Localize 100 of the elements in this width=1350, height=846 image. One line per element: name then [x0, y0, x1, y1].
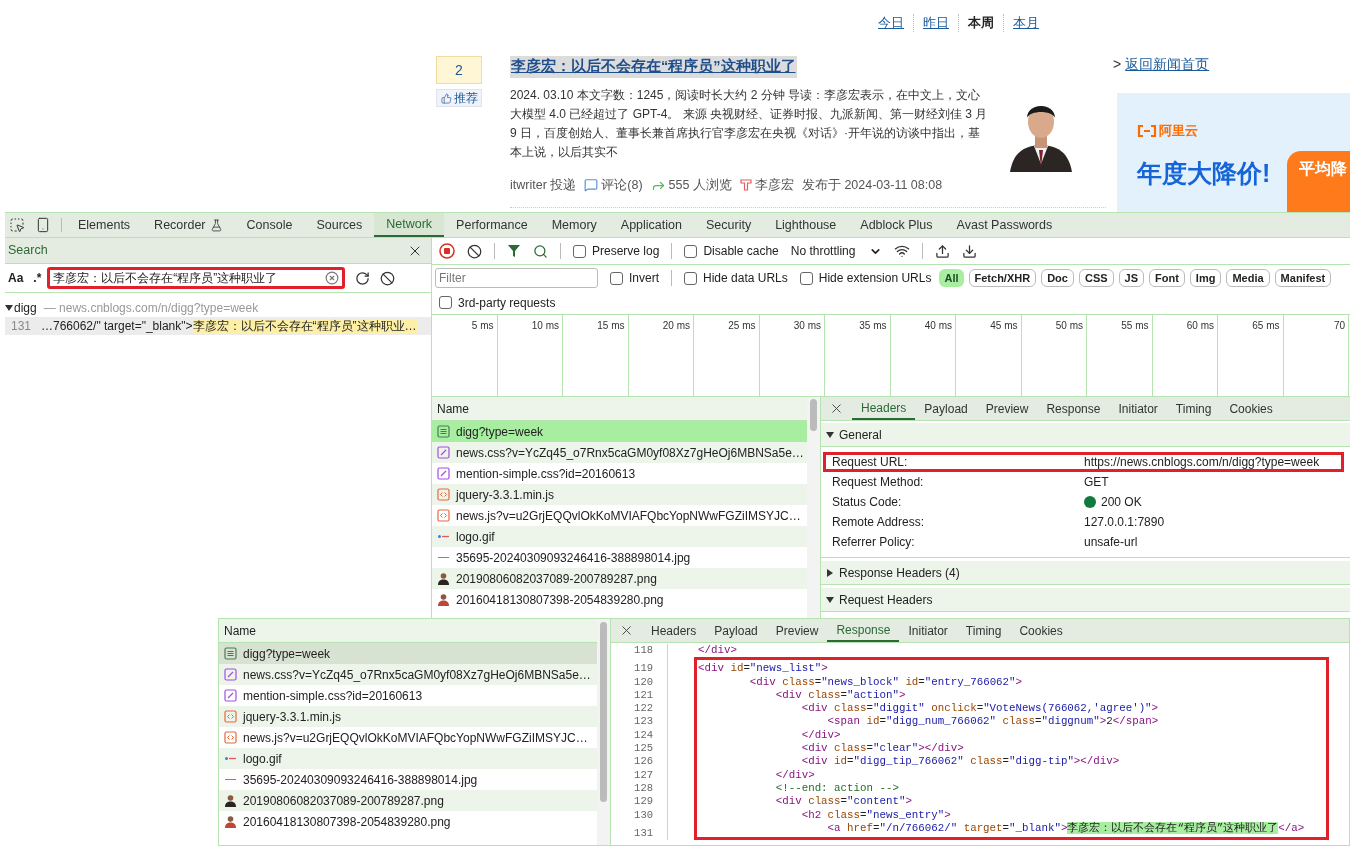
- scrollbar-thumb[interactable]: [600, 622, 607, 802]
- clear-input-icon[interactable]: [325, 271, 340, 285]
- devtools-tab[interactable]: Security: [694, 213, 764, 237]
- ad-banner[interactable]: 阿里云 年度大降价! 平均降: [1117, 93, 1350, 212]
- line-number: 119: [611, 657, 668, 676]
- panel-tab[interactable]: Payload: [705, 619, 767, 642]
- type-filter-chip[interactable]: Img: [1189, 269, 1222, 287]
- clear-icon[interactable]: [380, 270, 396, 286]
- expand-icon[interactable]: [826, 595, 834, 604]
- panel-tab[interactable]: Headers: [642, 619, 706, 642]
- column-header[interactable]: Name: [432, 397, 807, 421]
- download-icon[interactable]: [962, 243, 978, 259]
- period-tab[interactable]: 本月: [1003, 14, 1048, 32]
- panel-tab[interactable]: Cookies: [1010, 619, 1072, 642]
- type-filter-chip[interactable]: Doc: [1041, 269, 1074, 287]
- type-filter-chip[interactable]: Manifest: [1274, 269, 1332, 287]
- invert-checkbox[interactable]: Invert: [610, 269, 659, 287]
- expand-icon[interactable]: [826, 430, 834, 439]
- search-icon[interactable]: [533, 243, 548, 259]
- panel-tab[interactable]: Response: [827, 619, 900, 642]
- third-party-checkbox[interactable]: 3rd-party requests: [439, 293, 556, 312]
- close-icon[interactable]: [829, 401, 844, 416]
- expand-icon[interactable]: [5, 304, 13, 312]
- header-row-text: Referrer Policy: unsafe-url: [831, 534, 1139, 551]
- disable-cache-checkbox[interactable]: Disable cache: [684, 242, 779, 260]
- period-tab[interactable]: 今日: [869, 14, 913, 32]
- panel-tab[interactable]: Initiator: [899, 619, 957, 642]
- request-row[interactable]: logo.gif: [432, 526, 807, 547]
- devtools-tab[interactable]: Adblock Plus: [848, 213, 945, 237]
- search-field[interactable]: 李彦宏：以后不会存在“程序员”这种职业了: [47, 267, 346, 289]
- panel-tab[interactable]: Response: [1037, 397, 1110, 420]
- type-filter-chip[interactable]: All: [939, 269, 964, 287]
- network-settings-icon[interactable]: [894, 243, 911, 259]
- refresh-icon[interactable]: [355, 270, 371, 286]
- devtools-tab[interactable]: Network: [374, 213, 445, 237]
- panel-tab[interactable]: Initiator: [1109, 397, 1167, 420]
- hide-extension-urls-checkbox[interactable]: Hide extension URLs: [799, 269, 932, 287]
- devtools-tab[interactable]: Performance: [444, 213, 540, 237]
- type-filter-chip[interactable]: JS: [1118, 269, 1145, 287]
- period-tab[interactable]: 本周: [958, 14, 1003, 32]
- devtools-tab[interactable]: Application: [608, 213, 694, 237]
- period-tab[interactable]: 昨日: [913, 14, 958, 32]
- inspect-icon[interactable]: [9, 217, 25, 233]
- section-header[interactable]: Response Headers (4): [821, 561, 1350, 585]
- comments-link[interactable]: 评论(8): [601, 175, 643, 195]
- expand-icon[interactable]: [826, 568, 834, 577]
- record-stop-icon[interactable]: [439, 243, 455, 259]
- recommend-button[interactable]: 推荐: [436, 89, 482, 107]
- line-number: 121: [611, 688, 668, 703]
- column-header[interactable]: Name: [219, 619, 597, 643]
- throttling-dropdown[interactable]: No throttling: [790, 242, 883, 260]
- code-line: <a href="/n/766062/" target="_blank">李彦宏：以后不会存在“程序员”这种职业了</a>: [694, 821, 1329, 841]
- back-to-news-link[interactable]: 返回新闻首页: [1125, 54, 1210, 75]
- request-row[interactable]: jquery-3.3.1.min.js: [219, 706, 597, 727]
- devtools-tab[interactable]: Console: [234, 213, 305, 237]
- panel-tab[interactable]: Cookies: [1220, 397, 1282, 420]
- avatar-icon: [224, 794, 237, 807]
- filter-field[interactable]: Filter: [435, 268, 598, 288]
- type-filter-chip[interactable]: CSS: [1078, 269, 1114, 287]
- request-row[interactable]: digg?type=week: [219, 643, 597, 664]
- panel-tab[interactable]: Preview: [976, 397, 1038, 420]
- request-row[interactable]: digg?type=week: [432, 421, 807, 442]
- section-header[interactable]: Request Headers: [821, 588, 1350, 612]
- script-icon: [437, 509, 450, 522]
- devtools-tab[interactable]: Lighthouse: [763, 213, 849, 237]
- close-icon[interactable]: [619, 623, 634, 638]
- type-filter-chip[interactable]: Fetch/XHR: [968, 269, 1037, 287]
- request-row[interactable]: news.css?v=YcZq45_o7Rnx5caGM0yf08Xz7gHeOj6MBNSa5e…: [432, 442, 807, 463]
- devtools-tab[interactable]: Recorder: [142, 213, 235, 237]
- devtools-tab[interactable]: Memory: [539, 213, 609, 237]
- device-toggle-icon[interactable]: [35, 217, 51, 233]
- request-row[interactable]: 20190806082037089-200789287.png: [432, 568, 807, 589]
- filter-icon[interactable]: [507, 244, 521, 258]
- devtools-tab[interactable]: Avast Passwords: [944, 213, 1065, 237]
- scrollbar-thumb[interactable]: [810, 399, 817, 431]
- panel-tab[interactable]: Headers: [852, 397, 916, 420]
- panel-tab[interactable]: Timing: [956, 619, 1011, 642]
- devtools-tab[interactable]: Sources: [304, 213, 375, 237]
- request-row[interactable]: logo.gif: [219, 748, 597, 769]
- type-filter-chip[interactable]: Media: [1226, 269, 1270, 287]
- panel-tab[interactable]: Timing: [1166, 397, 1221, 420]
- header-row: Request URL: https://news.cnblogs.com/n/digg?type=week: [823, 452, 1344, 472]
- request-row[interactable]: news.css?v=YcZq45_o7Rnx5caGM0yf08Xz7gHeOj6MBNSa5e…: [219, 664, 597, 685]
- type-filter-chip[interactable]: Font: [1149, 269, 1185, 287]
- request-row[interactable]: jquery-3.3.1.min.js: [432, 484, 807, 505]
- section-header[interactable]: General: [821, 423, 1350, 447]
- match-case-toggle[interactable]: Aa: [8, 269, 24, 287]
- clear-icon[interactable]: [467, 243, 482, 259]
- result-file[interactable]: digg — news.cnblogs.com/n/digg?type=week: [5, 299, 431, 317]
- upload-icon[interactable]: [935, 243, 951, 259]
- panel-tab[interactable]: Preview: [766, 619, 828, 642]
- hide-data-urls-checkbox[interactable]: Hide data URLs: [684, 269, 788, 287]
- preserve-log-checkbox[interactable]: Preserve log: [573, 242, 660, 260]
- timeline-tick: 50 ms: [1055, 319, 1083, 330]
- news-title[interactable]: 李彦宏：以后不会存在“程序员”这种职业了: [510, 56, 797, 78]
- regex-toggle[interactable]: .*: [33, 269, 42, 287]
- panel-tab[interactable]: Payload: [915, 397, 977, 420]
- search-match-line[interactable]: …766062/" target="_blank">李彦宏：以后不会存在“程序员”这种职业…: [41, 317, 417, 335]
- request-row[interactable]: 20190806082037089-200789287.png: [219, 790, 597, 811]
- devtools-tab[interactable]: Elements: [66, 213, 143, 237]
